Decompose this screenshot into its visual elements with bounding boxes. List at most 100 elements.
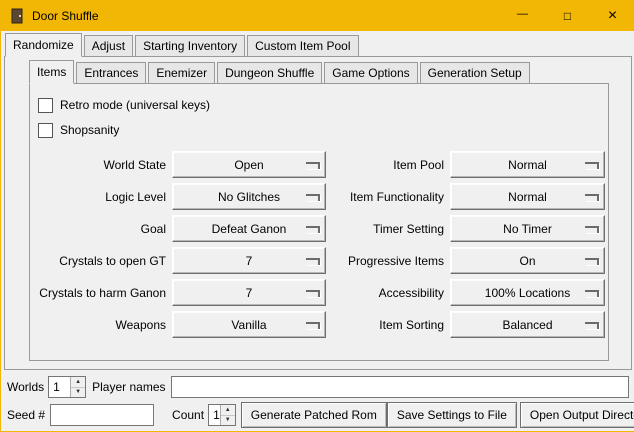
timer-setting-value: No Timer <box>503 222 552 236</box>
seed-input[interactable] <box>50 404 154 426</box>
dropdown-indicator-icon <box>306 258 320 265</box>
primary-tabbar: Randomize Adjust Starting Inventory Cust… <box>1 31 634 56</box>
count-spinbox[interactable]: 1 ▲ ▼ <box>208 404 236 426</box>
logic-level-dropdown[interactable]: No Glitches <box>172 183 326 210</box>
goal-value: Defeat Ganon <box>212 222 287 236</box>
tab-enemizer[interactable]: Enemizer <box>148 62 215 84</box>
tab-adjust[interactable]: Adjust <box>84 35 133 57</box>
seed-label: Seed # <box>7 408 45 422</box>
progressive-items-label: Progressive Items <box>340 254 444 268</box>
tab-custom-item-pool[interactable]: Custom Item Pool <box>247 35 358 57</box>
shopsanity-checkbox[interactable]: Shopsanity <box>38 118 602 142</box>
goal-dropdown[interactable]: Defeat Ganon <box>172 215 326 242</box>
item-functionality-label: Item Functionality <box>340 190 444 204</box>
tab-label: Generation Setup <box>428 66 522 80</box>
item-functionality-dropdown[interactable]: Normal <box>450 183 605 210</box>
options-left-column: World State Open Logic Level No Glitches… <box>38 151 326 338</box>
count-value: 1 <box>209 405 220 425</box>
player-names-input[interactable] <box>171 376 630 398</box>
item-pool-label: Item Pool <box>340 158 444 172</box>
world-state-value: Open <box>234 158 263 172</box>
generate-patched-rom-button[interactable]: Generate Patched Rom <box>241 402 387 428</box>
progressive-items-value: On <box>519 254 535 268</box>
dropdown-indicator-icon <box>585 322 599 329</box>
weapons-label: Weapons <box>38 318 166 332</box>
world-state-dropdown[interactable]: Open <box>172 151 326 178</box>
item-pool-dropdown[interactable]: Normal <box>450 151 605 178</box>
weapons-dropdown[interactable]: Vanilla <box>172 311 326 338</box>
accessibility-value: 100% Locations <box>485 286 570 300</box>
dropdown-indicator-icon <box>306 322 320 329</box>
crystals-harm-ganon-dropdown[interactable]: 7 <box>172 279 326 306</box>
player-names-label: Player names <box>92 380 165 394</box>
retro-mode-label: Retro mode (universal keys) <box>60 98 210 112</box>
tab-randomize[interactable]: Randomize <box>5 33 82 57</box>
secondary-tabbar: Items Entrances Enemizer Dungeon Shuffle… <box>29 57 631 83</box>
timer-setting-dropdown[interactable]: No Timer <box>450 215 605 242</box>
count-label: Count <box>172 408 204 422</box>
crystals-open-gt-value: 7 <box>246 254 253 268</box>
item-pool-value: Normal <box>508 158 547 172</box>
app-icon <box>9 8 25 24</box>
window-title: Door Shuffle <box>32 9 99 23</box>
crystals-harm-ganon-label: Crystals to harm Ganon <box>38 286 166 300</box>
world-state-label: World State <box>38 158 166 172</box>
open-output-directory-button[interactable]: Open Output Directory <box>520 402 634 428</box>
crystals-open-gt-dropdown[interactable]: 7 <box>172 247 326 274</box>
item-sorting-dropdown[interactable]: Balanced <box>450 311 605 338</box>
shopsanity-label: Shopsanity <box>60 123 119 137</box>
worlds-row: Worlds 1 ▲ ▼ Player names <box>7 374 631 400</box>
tab-label: Items <box>37 65 66 79</box>
item-functionality-value: Normal <box>508 190 547 204</box>
seed-row: Seed # Count 1 ▲ ▼ Generate Patched Rom … <box>7 402 631 428</box>
accessibility-label: Accessibility <box>340 286 444 300</box>
worlds-spinbox[interactable]: 1 ▲ ▼ <box>48 376 86 398</box>
crystals-harm-ganon-value: 7 <box>246 286 253 300</box>
dropdown-indicator-icon <box>585 226 599 233</box>
logic-level-label: Logic Level <box>38 190 166 204</box>
tab-generation-setup[interactable]: Generation Setup <box>420 62 530 84</box>
spin-down-icon[interactable]: ▼ <box>71 388 85 398</box>
worlds-value: 1 <box>49 377 70 397</box>
tab-starting-inventory[interactable]: Starting Inventory <box>135 35 245 57</box>
titlebar[interactable]: Door Shuffle — □ × <box>1 1 634 31</box>
tab-entrances[interactable]: Entrances <box>76 62 146 84</box>
close-icon: × <box>608 7 617 25</box>
tab-label: Custom Item Pool <box>255 39 350 53</box>
minimize-button[interactable]: — <box>500 1 545 31</box>
randomize-pane: Items Entrances Enemizer Dungeon Shuffle… <box>4 56 632 370</box>
tab-label: Adjust <box>92 39 125 53</box>
crystals-open-gt-label: Crystals to open GT <box>38 254 166 268</box>
tab-label: Randomize <box>13 38 74 52</box>
dropdown-indicator-icon <box>585 162 599 169</box>
weapons-value: Vanilla <box>231 318 266 332</box>
logic-level-value: No Glitches <box>218 190 280 204</box>
progressive-items-dropdown[interactable]: On <box>450 247 605 274</box>
count-spin-arrows: ▲ ▼ <box>220 405 235 425</box>
accessibility-dropdown[interactable]: 100% Locations <box>450 279 605 306</box>
spin-down-icon[interactable]: ▼ <box>221 416 235 426</box>
retro-mode-checkbox[interactable]: Retro mode (universal keys) <box>38 93 602 117</box>
tab-game-options[interactable]: Game Options <box>324 62 417 84</box>
tab-label: Starting Inventory <box>143 39 237 53</box>
tab-label: Entrances <box>84 66 138 80</box>
tab-label: Enemizer <box>156 66 207 80</box>
tab-items[interactable]: Items <box>29 60 74 84</box>
maximize-button[interactable]: □ <box>545 1 590 31</box>
app-window: Door Shuffle — □ × Randomize Adjust Star… <box>0 0 634 432</box>
worlds-label: Worlds <box>7 380 44 394</box>
bottom-bar: Worlds 1 ▲ ▼ Player names Seed # Count 1… <box>1 368 634 431</box>
checkbox-icon <box>38 123 53 138</box>
options-right-column: Item Pool Normal Item Functionality Norm… <box>340 151 605 338</box>
tab-dungeon-shuffle[interactable]: Dungeon Shuffle <box>217 62 322 84</box>
minimize-icon: — <box>517 8 528 20</box>
item-sorting-value: Balanced <box>502 318 552 332</box>
spin-up-icon[interactable]: ▲ <box>71 377 85 388</box>
goal-label: Goal <box>38 222 166 236</box>
dropdown-indicator-icon <box>585 258 599 265</box>
close-button[interactable]: × <box>590 1 634 31</box>
dropdown-indicator-icon <box>306 290 320 297</box>
dropdown-indicator-icon <box>306 162 320 169</box>
save-settings-button[interactable]: Save Settings to File <box>387 402 517 428</box>
spin-up-icon[interactable]: ▲ <box>221 405 235 416</box>
